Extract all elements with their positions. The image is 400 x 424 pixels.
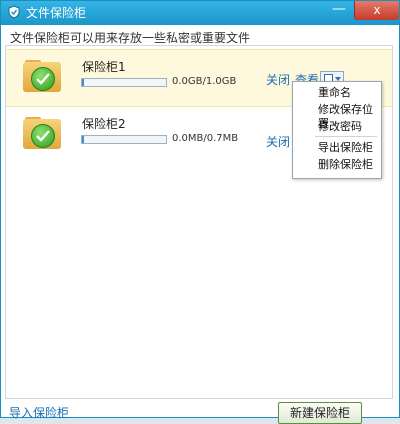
usage-bar-fill xyxy=(82,136,84,143)
menu-item-export[interactable]: 导出保险柜 xyxy=(318,141,373,155)
menu-item-delete[interactable]: 删除保险柜 xyxy=(318,158,373,172)
shield-icon xyxy=(8,5,20,19)
close-vault-link[interactable]: 关闭 xyxy=(266,133,290,150)
vault-name: 保险柜2 xyxy=(82,117,126,131)
description-text: 文件保险柜可以用来存放一些私密或重要文件 xyxy=(10,31,251,45)
vault-folder-icon xyxy=(23,117,61,149)
close-vault-link[interactable]: 关闭 xyxy=(266,71,290,88)
check-icon xyxy=(31,124,55,148)
usage-bar xyxy=(81,135,167,144)
menu-item-rename[interactable]: 重命名 xyxy=(318,86,351,100)
usage-bar-fill xyxy=(82,79,84,86)
title-bar[interactable]: 文件保险柜 — x xyxy=(1,1,399,25)
window-title: 文件保险柜 xyxy=(26,6,87,20)
vault-window: 文件保险柜 — x 文件保险柜可以用来存放一些私密或重要文件 保险柜1 0.0G… xyxy=(0,0,400,418)
vault-context-menu: 重命名 修改保存位置 修改密码 导出保险柜 删除保险柜 xyxy=(292,81,382,179)
import-vault-link[interactable]: 导入保险柜 xyxy=(9,404,69,421)
vault-size: 0.0GB/1.0GB xyxy=(172,76,237,87)
menu-divider xyxy=(315,136,377,137)
usage-bar xyxy=(81,78,167,87)
close-button[interactable]: x xyxy=(354,1,399,20)
vault-name: 保险柜1 xyxy=(82,60,126,74)
vault-size: 0.0MB/0.7MB xyxy=(172,133,239,144)
minimize-button[interactable]: — xyxy=(325,1,353,20)
menu-item-change-password[interactable]: 修改密码 xyxy=(318,120,362,134)
vault-folder-icon xyxy=(23,60,61,92)
new-vault-button[interactable]: 新建保险柜 xyxy=(278,402,362,424)
check-icon xyxy=(31,67,55,91)
